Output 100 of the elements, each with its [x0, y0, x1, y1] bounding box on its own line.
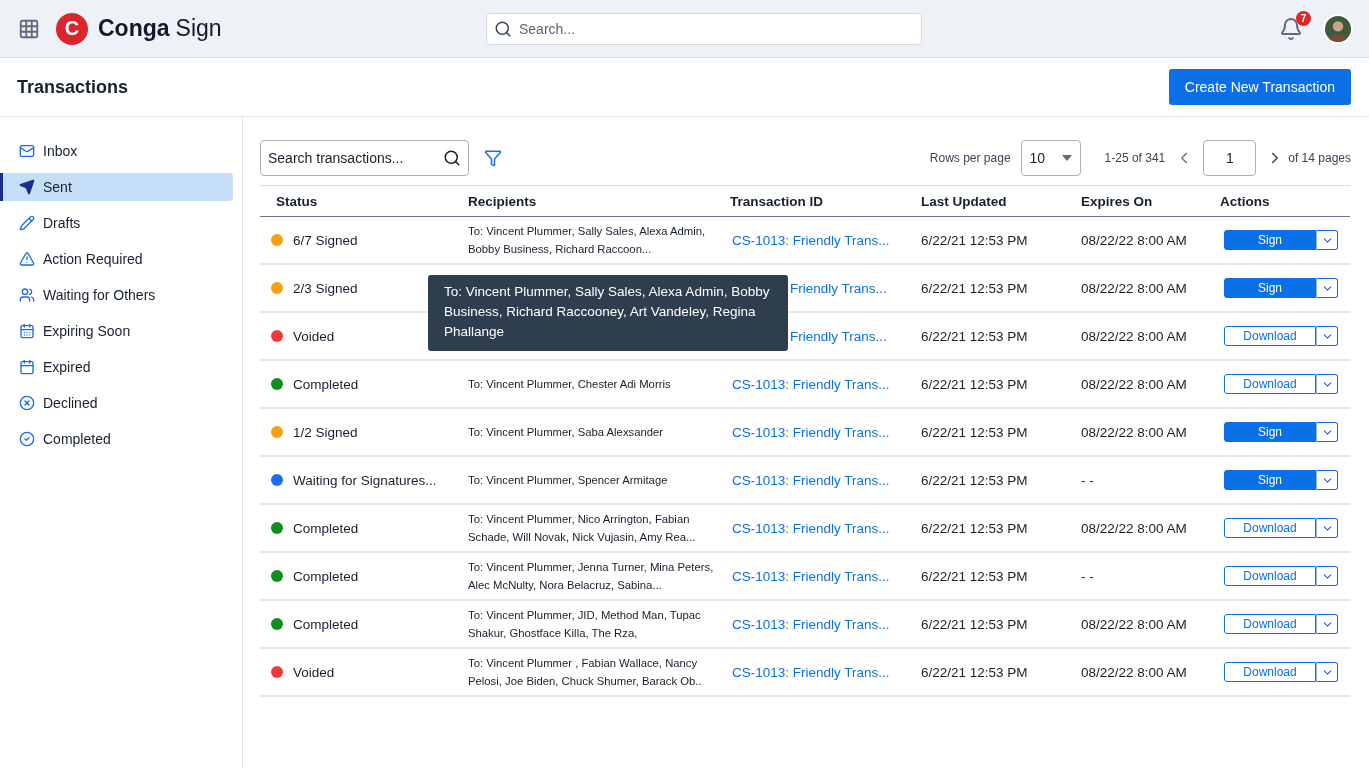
status-text: Voided: [293, 328, 335, 344]
status-text: Voided: [293, 664, 335, 680]
brand-product: Sign: [175, 15, 222, 42]
search-field[interactable]: Search...: [486, 12, 922, 45]
pencil-icon: [19, 215, 35, 231]
sign-button[interactable]: Sign: [1224, 278, 1316, 298]
page-count: of 14 pages: [1288, 151, 1351, 165]
action-menu-button[interactable]: [1316, 230, 1338, 250]
download-button[interactable]: Download: [1224, 566, 1316, 586]
download-button[interactable]: Download: [1224, 374, 1316, 394]
filter-icon[interactable]: [484, 149, 502, 167]
rows-per-page-label: Rows per page: [929, 151, 1011, 165]
transaction-link[interactable]: CS-1013: Friendly Trans...: [722, 568, 917, 584]
download-button[interactable]: Download: [1224, 614, 1316, 634]
sidebar-item[interactable]: Expired: [0, 353, 233, 381]
last-updated-cell-text: 6/22/21 12:53 PM: [920, 376, 1029, 392]
sidebar-item[interactable]: Action Required: [0, 245, 233, 273]
column-header: Actions: [1219, 193, 1271, 209]
action-menu-button[interactable]: [1316, 470, 1338, 490]
sidebar-item[interactable]: Declined: [0, 389, 233, 417]
calendar-icon: [19, 359, 35, 375]
status-text: Waiting for Signatures...: [293, 472, 437, 488]
transaction-link[interactable]: CS-1013: Friendly Trans...: [722, 616, 917, 632]
notification-badge: 7: [1296, 10, 1311, 26]
sidebar-item[interactable]: Sent: [0, 173, 233, 201]
x-circle-icon: [19, 395, 35, 411]
expires-on-cell-text: 08/22/22 8:00 AM: [1080, 376, 1188, 392]
last-updated-cell-text: 6/22/21 12:53 PM: [920, 280, 1029, 296]
last-updated-cell-text: 6/22/21 12:53 PM: [920, 328, 1029, 344]
action-menu-button[interactable]: [1316, 518, 1338, 538]
calendar-icon: [19, 323, 35, 339]
sidebar-item[interactable]: Waiting for Others: [0, 281, 233, 309]
status-text: Completed: [293, 616, 359, 632]
search-icon[interactable]: [443, 149, 461, 167]
action-menu-button[interactable]: [1316, 662, 1338, 682]
recipients-text: To: Vincent Plummer, Chester Adi Morris: [467, 377, 672, 392]
dropdown-caret-icon: [1061, 155, 1072, 161]
transaction-search-field[interactable]: Search transactions...: [260, 140, 469, 176]
expires-on-cell-text: 08/22/22 8:00 AM: [1080, 280, 1188, 296]
people-icon: [19, 287, 35, 303]
bell-icon[interactable]: [1279, 16, 1303, 41]
expires-on-cell-text: 08/22/22 8:00 AM: [1080, 328, 1188, 344]
last-updated-cell-text: 6/22/21 12:53 PM: [920, 664, 1029, 680]
apps-grid-icon[interactable]: [18, 17, 40, 40]
recipients-text: To: Vincent Plummer, Nico Arrington, Fabian Schade, Will Novak, Nick Vujasin, Amy Rea...: [467, 512, 697, 545]
sidebar-item[interactable]: Inbox: [0, 137, 233, 165]
paper-plane-icon: [19, 179, 35, 195]
download-button[interactable]: Download: [1224, 662, 1316, 682]
sidebar-item[interactable]: Completed: [0, 425, 233, 453]
brand-name: Conga: [98, 15, 170, 42]
status-text: Completed: [293, 376, 359, 392]
sidebar-item[interactable]: Drafts: [0, 209, 233, 237]
recipients-text: To: Vincent Plummer, JID, Method Man, Tupac Shakur, Ghostface Killa, The Rza,: [467, 608, 702, 641]
action-menu-button[interactable]: [1316, 374, 1338, 394]
expires-on-cell-text: - -: [1080, 472, 1095, 488]
action-menu-button[interactable]: [1316, 422, 1338, 442]
transaction-link[interactable]: CS-1013: Friendly Trans...: [722, 232, 917, 248]
expires-on-cell-text: 08/22/22 8:00 AM: [1080, 664, 1188, 680]
status-text: 2/3 Signed: [293, 280, 358, 296]
status-text: 6/7 Signed: [293, 232, 358, 248]
sign-button[interactable]: Sign: [1224, 230, 1316, 250]
action-menu-button[interactable]: [1316, 326, 1338, 346]
action-menu-button[interactable]: [1316, 614, 1338, 634]
download-button[interactable]: Download: [1224, 518, 1316, 538]
page-range: 1-25 of 341: [1104, 151, 1166, 165]
mail-icon: [19, 143, 35, 159]
transaction-link[interactable]: CS-1013: Friendly Trans...: [722, 472, 917, 488]
warning-icon: [19, 251, 35, 267]
last-updated-cell-text: 6/22/21 12:53 PM: [920, 520, 1029, 536]
recipients-text: To: Vincent Plummer, Saba Alexsander: [467, 425, 665, 440]
transaction-link[interactable]: CS-1013: Friendly Trans...: [722, 664, 917, 680]
last-updated-cell-text: 6/22/21 12:53 PM: [920, 616, 1029, 632]
rows-per-page-select[interactable]: 10: [1020, 140, 1081, 176]
action-menu-button[interactable]: [1316, 278, 1338, 298]
recipients-text: To: Vincent Plummer, Spencer Armitage: [467, 473, 669, 488]
action-menu-button[interactable]: [1316, 566, 1338, 586]
sign-button[interactable]: Sign: [1224, 422, 1316, 442]
recipients-text: To: Vincent Plummer , Fabian Wallace, Nancy Pelosi, Joe Biden, Chuck Shumer, Barack Ob..: [467, 656, 703, 689]
expires-on-cell-text: 08/22/22 8:00 AM: [1080, 520, 1188, 536]
download-button[interactable]: Download: [1224, 326, 1316, 346]
column-header: Expires On: [1080, 193, 1154, 209]
last-updated-cell-text: 6/22/21 12:53 PM: [920, 472, 1029, 488]
expires-on-cell-text: 08/22/22 8:00 AM: [1080, 616, 1188, 632]
status-text: Completed: [293, 568, 359, 584]
transaction-link[interactable]: CS-1013: Friendly Trans...: [722, 376, 917, 392]
transaction-link[interactable]: CS-1013: Friendly Trans...: [722, 424, 917, 440]
sign-button[interactable]: Sign: [1224, 470, 1316, 490]
expires-on-cell-text: - -: [1080, 568, 1095, 584]
last-updated-cell-text: 6/22/21 12:53 PM: [920, 424, 1029, 440]
create-transaction-button[interactable]: Create New Transaction: [1168, 69, 1351, 105]
column-header: Last Updated: [920, 193, 1008, 209]
status-text: 1/2 Signed: [293, 424, 358, 440]
page-title: Transactions: [17, 76, 129, 98]
avatar[interactable]: [1323, 13, 1353, 44]
logo-mark: C: [56, 12, 88, 45]
sidebar-item[interactable]: Expiring Soon: [0, 317, 233, 345]
transaction-link[interactable]: CS-1013: Friendly Trans...: [722, 520, 917, 536]
column-header: Status: [275, 193, 319, 209]
page-number-field[interactable]: 1: [1203, 140, 1257, 176]
recipients-text: To: Vincent Plummer, Jenna Turner, Mina Peters, Alec McNulty, Nora Belacruz, Sabina...: [467, 560, 715, 593]
